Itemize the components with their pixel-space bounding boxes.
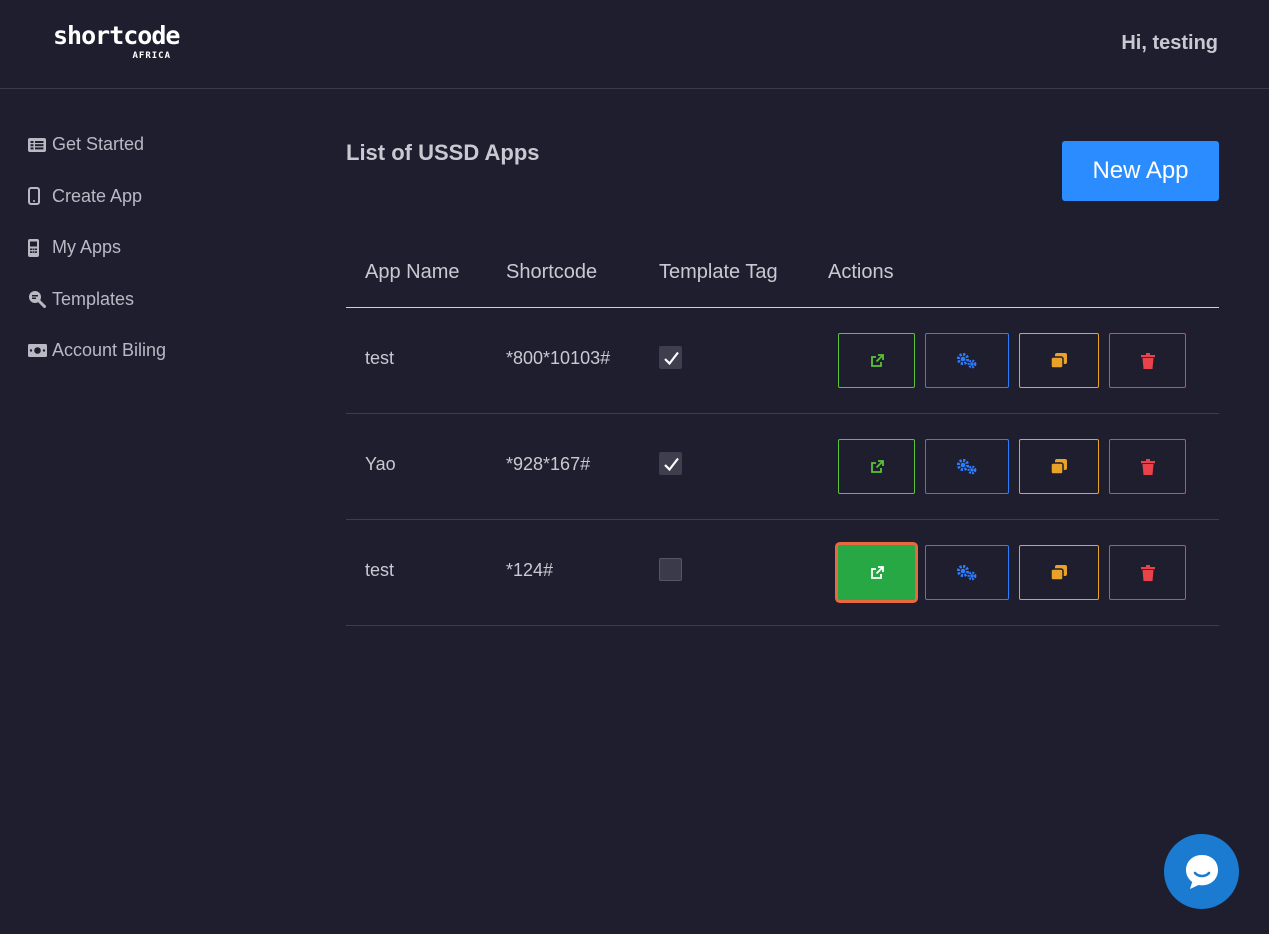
user-greeting[interactable]: Hi, testing (1121, 32, 1218, 55)
duplicate-app-button[interactable] (1019, 333, 1099, 388)
sidebar-item-label: Create App (52, 185, 143, 206)
chat-widget-button[interactable] (1164, 834, 1239, 909)
app-name-cell: test (365, 348, 395, 368)
template-tag-checkbox[interactable] (659, 452, 682, 475)
external-link-icon (870, 353, 884, 367)
table-row: Yao *928*167# (346, 414, 1219, 520)
logo-subtitle: AFRICA (132, 51, 171, 61)
sidebar-item-label: Templates (52, 288, 135, 309)
sidebar: Get Started Create App My Apps Templates… (28, 131, 288, 389)
sidebar-item-label: Get Started (52, 134, 145, 154)
new-app-button[interactable]: New App (1062, 141, 1219, 201)
sidebar-item-templates[interactable]: Templates (28, 286, 288, 313)
search-template-icon (28, 290, 52, 308)
copy-icon (1050, 565, 1067, 581)
cogs-icon (956, 564, 977, 580)
open-app-button[interactable] (838, 545, 915, 600)
chat-bubble-icon (1185, 854, 1218, 889)
money-bill-icon (28, 344, 52, 357)
external-link-icon (870, 565, 884, 579)
top-bar: shortcode AFRICA Hi, testing (0, 0, 1269, 89)
duplicate-app-button[interactable] (1019, 545, 1099, 600)
cogs-icon (956, 458, 977, 474)
logo-wordmark: shortcode (53, 21, 180, 50)
delete-app-button[interactable] (1109, 333, 1186, 388)
shortcode-cell: *124# (506, 560, 554, 580)
shortcode-africa-logo[interactable]: shortcode AFRICA (53, 21, 180, 66)
open-app-button[interactable] (838, 439, 915, 494)
open-app-button[interactable] (838, 333, 915, 388)
list-icon (28, 137, 52, 152)
trash-icon (1140, 564, 1155, 581)
delete-app-button[interactable] (1109, 439, 1186, 494)
column-header-actions: Actions (828, 261, 894, 283)
copy-icon (1050, 353, 1067, 369)
table-row: test *124# (346, 520, 1219, 626)
column-header-app-name: App Name (365, 261, 460, 283)
delete-app-button[interactable] (1109, 545, 1186, 600)
external-link-icon (870, 459, 884, 473)
sidebar-item-get-started[interactable]: Get Started (28, 131, 288, 158)
duplicate-app-button[interactable] (1019, 439, 1099, 494)
mobile-icon (28, 187, 52, 205)
sidebar-item-label: Account Biling (52, 340, 167, 360)
table-header: App Name Shortcode Template Tag Actions (346, 250, 1219, 308)
table-row: test *800*10103# (346, 308, 1219, 414)
app-settings-button[interactable] (925, 333, 1009, 388)
mobile-alt-icon (28, 238, 52, 257)
trash-icon (1140, 458, 1155, 475)
copy-icon (1050, 459, 1067, 475)
sidebar-item-account-billing[interactable]: Account Biling (28, 337, 288, 364)
sidebar-item-label: My Apps (52, 237, 122, 257)
shortcode-cell: *800*10103# (506, 348, 611, 368)
page-title: List of USSD Apps (346, 140, 540, 165)
sidebar-item-create-app[interactable]: Create App (28, 183, 288, 210)
app-settings-button[interactable] (925, 439, 1009, 494)
cogs-icon (956, 352, 977, 368)
app-name-cell: test (365, 560, 395, 580)
template-tag-checkbox[interactable] (659, 558, 682, 581)
sidebar-item-my-apps[interactable]: My Apps (28, 234, 288, 261)
shortcode-cell: *928*167# (506, 454, 591, 474)
template-tag-checkbox[interactable] (659, 346, 682, 369)
app-name-cell: Yao (365, 454, 396, 474)
column-header-template-tag: Template Tag (659, 261, 778, 283)
apps-table: App Name Shortcode Template Tag Actions … (346, 250, 1219, 626)
app-settings-button[interactable] (925, 545, 1009, 600)
trash-icon (1140, 352, 1155, 369)
column-header-shortcode: Shortcode (506, 261, 598, 283)
